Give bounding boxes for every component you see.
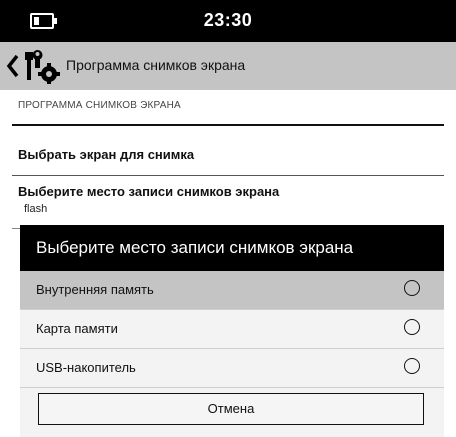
pref-save-location-summary: flash [24, 203, 48, 215]
option-label: USB-накопитель [36, 360, 136, 375]
section-header: ПРОГРАММА СНИМКОВ ЭКРАНА [18, 100, 181, 111]
pref-save-location[interactable]: Выберите место записи снимков экрана [18, 184, 279, 199]
clock: 23:30 [203, 10, 253, 30]
option-usb-drive[interactable]: USB-накопитель [20, 349, 444, 388]
pref-select-screen[interactable]: Выбрать экран для снимка [18, 147, 194, 162]
option-label: Карта памяти [36, 321, 118, 336]
option-internal-memory[interactable]: Внутренняя память [20, 271, 444, 310]
tools-gear-icon [25, 50, 60, 84]
option-label: Внутренняя память [36, 282, 154, 297]
dialog-title-bar: Выберите место записи снимков экрана [20, 225, 444, 271]
toolbar: Программа снимков экрана [0, 42, 456, 90]
status-bar: 23:30 [0, 0, 456, 42]
toolbar-title: Программа снимков экрана [66, 57, 246, 73]
section-divider [12, 124, 444, 126]
radio-button-icon[interactable] [404, 358, 420, 374]
pref-divider [12, 175, 444, 176]
radio-button-icon[interactable] [404, 319, 420, 335]
radio-button-icon[interactable] [404, 280, 420, 296]
save-location-dialog: Выберите место записи снимков экрана Вну… [20, 225, 444, 437]
cancel-button[interactable]: Отмена [38, 393, 424, 425]
dialog-title: Выберите место записи снимков экрана [36, 238, 354, 257]
option-memory-card[interactable]: Карта памяти [20, 310, 444, 349]
chevron-left-icon[interactable] [6, 52, 20, 80]
